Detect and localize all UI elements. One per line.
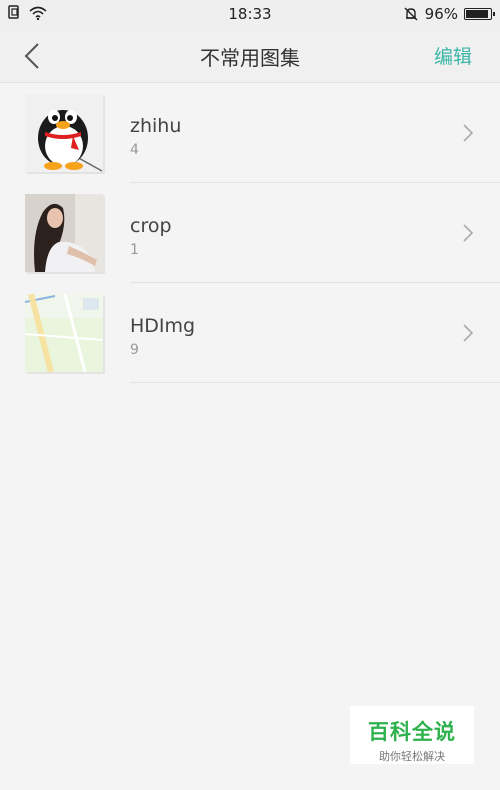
battery-percent: 96%	[424, 5, 458, 23]
chevron-right-icon	[463, 224, 474, 242]
album-item-hdimg[interactable]: HDImg 9	[0, 283, 500, 383]
battery-level	[466, 10, 488, 18]
album-thumbnail-penguin	[25, 94, 103, 172]
album-count: 4	[130, 142, 139, 158]
page-title: 不常用图集	[200, 46, 300, 70]
alarm-off-icon	[404, 7, 418, 21]
edit-button[interactable]: 编辑	[434, 42, 472, 69]
watermark-title: 百科全说	[368, 720, 456, 744]
album-count: 1	[130, 242, 139, 258]
watermark-logo: 百科全说 助你轻松解决	[350, 706, 474, 764]
battery-icon	[464, 8, 495, 20]
album-item-zhihu[interactable]: zhihu 4	[0, 83, 500, 183]
chevron-right-icon	[463, 324, 474, 342]
album-count: 9	[130, 342, 139, 358]
album-name: zhihu	[130, 115, 182, 137]
status-right: 96%	[403, 5, 495, 23]
album-name: HDImg	[130, 315, 196, 337]
nav-bar: 不常用图集 编辑	[0, 28, 500, 83]
album-name: crop	[130, 215, 172, 237]
album-thumbnail-map	[25, 294, 103, 372]
divider	[130, 382, 500, 383]
album-thumbnail-portrait	[25, 194, 103, 272]
album-item-crop[interactable]: crop 1	[0, 183, 500, 283]
album-list: zhihu 4 crop 1 HDImg 9	[0, 83, 500, 383]
watermark-subtitle: 助你轻松解决	[379, 750, 445, 763]
chevron-right-icon	[463, 124, 474, 142]
status-bar: 18:33 96%	[0, 0, 500, 28]
